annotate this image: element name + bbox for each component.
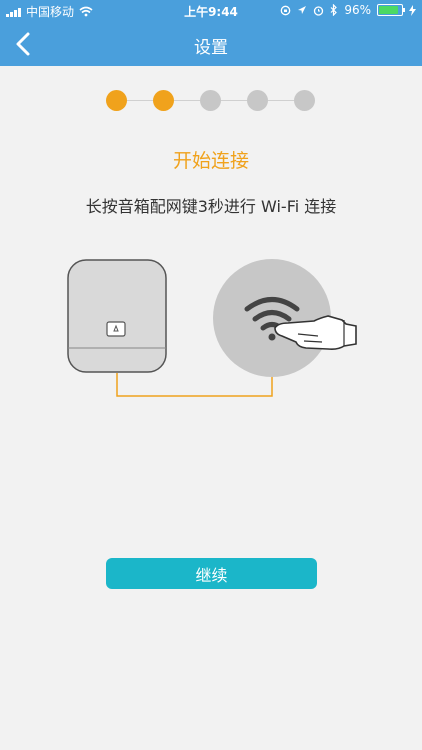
bluetooth-icon (330, 4, 338, 16)
step-connector (127, 100, 153, 101)
step-connector (221, 100, 247, 101)
status-right: 96% (280, 3, 416, 17)
continue-button[interactable]: 继续 (106, 558, 317, 589)
step-dot (106, 90, 127, 111)
charging-icon (409, 4, 416, 16)
connection-illustration (67, 259, 357, 397)
step-connector (268, 100, 294, 101)
connection-line (116, 370, 273, 397)
top-bar: 中国移动 上午9:44 96% 设置 (0, 0, 422, 66)
alarm-icon (314, 5, 324, 16)
orientation-lock-icon (280, 5, 291, 15)
page-title: 设置 (194, 38, 228, 58)
section-heading: 开始连接 (172, 150, 249, 172)
step-dot (247, 90, 268, 111)
step-connector (174, 100, 200, 101)
status-bar: 中国移动 上午9:44 96% (0, 0, 422, 22)
battery-fill (379, 6, 398, 14)
step-dot (200, 90, 221, 111)
step-dot (153, 90, 174, 111)
nav-bar: 设置 (0, 22, 422, 66)
step-dot (294, 90, 315, 111)
instruction-text: 长按音箱配网键3秒进行 Wi-Fi 连接 (85, 197, 337, 216)
step-progress (106, 90, 318, 112)
location-icon (298, 6, 307, 14)
battery-icon (377, 4, 405, 16)
speaker-icon (67, 259, 167, 373)
battery-percent: 96% (344, 3, 371, 17)
wifi-button-icon (213, 259, 331, 377)
